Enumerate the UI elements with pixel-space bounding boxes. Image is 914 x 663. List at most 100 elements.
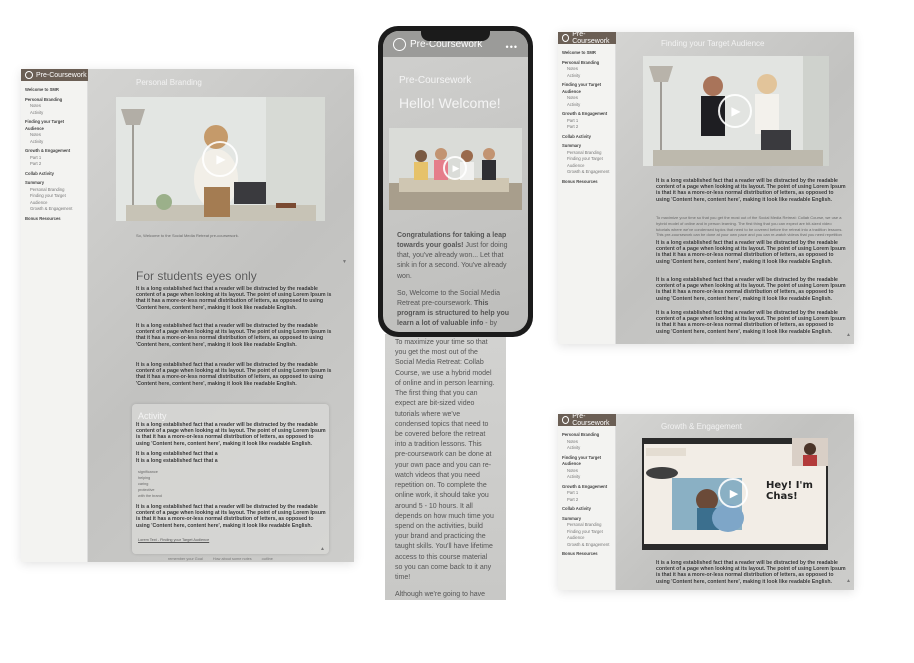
course-sidebar: Welcome to SMR Personal Branding Notes Acti… xyxy=(21,81,88,562)
target-audience-window: Pre-Coursework Welcome to SMR Personal Br… xyxy=(558,32,854,344)
scroll-up-icon[interactable]: ▲ xyxy=(846,578,851,584)
growth-engagement-window: Pre-Coursework Personal Branding Notes Act… xyxy=(558,414,854,590)
sidebar-item[interactable]: Bonus Resources xyxy=(562,551,611,558)
hey-heading: Hey! I'm Chas! xyxy=(766,480,813,502)
activity-lorem-1: It is a long established fact that a rea… xyxy=(136,422,326,447)
brand-logo-icon xyxy=(393,37,406,51)
play-icon: ▶ xyxy=(452,162,460,173)
footer-item-notes[interactable]: How about some notes xyxy=(213,557,252,561)
sidebar-item[interactable]: Collab Activity xyxy=(562,134,611,141)
brand-logo-icon xyxy=(562,416,570,424)
activity-footer-link[interactable]: Lorem Text - Finding your Target Audienc… xyxy=(138,538,209,542)
activity-list: significance helping caring protective with … xyxy=(138,470,162,499)
play-icon: ▶ xyxy=(216,152,226,166)
footer-item-goal[interactable]: remember your Goal xyxy=(168,557,203,561)
sidebar-item[interactable]: Bonus Resources xyxy=(562,179,611,186)
personal-branding-window: Pre-Coursework Welcome to SMR Personal Br… xyxy=(21,69,354,562)
lorem-block-4: It is a long established fact that a rea… xyxy=(656,310,846,335)
intro-line: So, Welcome to the Social Media Retreat … xyxy=(136,233,239,238)
course-sidebar: Personal Branding Notes Activity Finding yo… xyxy=(558,426,616,590)
phone-screen: Pre-Coursework ••• Pre-Coursework Hello!… xyxy=(383,31,528,332)
sidebar-item[interactable]: Part 2 xyxy=(25,161,83,168)
sidebar-item[interactable]: Bonus Resources xyxy=(25,216,83,223)
lesson-content: Growth & Engagement Hey! I'm Chas! ▶ It … xyxy=(616,414,854,590)
sidebar-item[interactable]: Activity xyxy=(25,110,83,117)
sidebar-item[interactable]: Activity xyxy=(562,445,611,452)
lorem-block-3: It is a long established fact that a rea… xyxy=(136,362,332,387)
sidebar-item[interactable]: Collab Activity xyxy=(25,171,83,178)
course-sidebar: Welcome to SMR Personal Branding Notes Acti… xyxy=(558,44,616,344)
lesson-notes-text: To maximize your time so that you get th… xyxy=(656,215,846,239)
scroll-up-icon[interactable]: ▲ xyxy=(505,582,506,594)
lesson-video[interactable]: Hey! I'm Chas! ▶ xyxy=(642,438,828,550)
phone-play-button[interactable]: ▶ xyxy=(443,156,467,180)
scroll-down-icon[interactable]: ▲ xyxy=(846,332,851,338)
play-button[interactable]: ▶ xyxy=(202,141,238,177)
lorem-block-3: It is a long established fact that a rea… xyxy=(656,277,846,302)
more-menu-icon[interactable]: ••• xyxy=(506,42,518,52)
sidebar-item[interactable]: Welcome to SMR xyxy=(25,87,83,94)
window-footer: remember your Goal How about some notes … xyxy=(168,557,273,561)
phone-title: Hello! Welcome! xyxy=(399,95,501,111)
phone-subtitle: Pre-Coursework xyxy=(399,75,472,86)
play-button[interactable]: ▶ xyxy=(718,478,748,508)
students-only-heading: For students eyes only xyxy=(136,269,257,283)
notes-line: To maximize your time so that you get th… xyxy=(656,215,843,239)
sidebar-item[interactable]: Activity xyxy=(25,139,83,146)
sidebar-item[interactable]: Growth & Engagement xyxy=(562,111,611,118)
lorem-block-1: It is a long established fact that a rea… xyxy=(656,560,846,585)
play-icon: ▶ xyxy=(731,104,741,118)
lorem-block-2: It is a long established fact that a rea… xyxy=(136,323,332,348)
phone-mockup: Pre-Coursework ••• Pre-Coursework Hello!… xyxy=(378,26,533,337)
brand-logo-icon xyxy=(562,34,570,42)
lesson-title: Personal Branding xyxy=(136,78,202,87)
phone-body-text: Congratulations for taking a leap toward… xyxy=(397,231,515,329)
sidebar-item[interactable]: Welcome to SMR xyxy=(562,50,611,57)
sidebar-item[interactable]: Growth & Engagement xyxy=(562,169,611,176)
welcome-end: - by xyxy=(483,320,497,328)
brand-name: Pre-Coursework xyxy=(36,71,87,79)
sidebar-item[interactable]: Finding your Target Audience xyxy=(562,529,611,542)
lesson-title: Finding your Target Audience xyxy=(661,39,765,48)
sidebar-item[interactable]: Finding your Target Audience xyxy=(562,156,611,169)
sidebar-item[interactable]: Activity xyxy=(562,102,611,109)
continuation-paragraph: To maximize your time so that you get th… xyxy=(395,339,495,582)
sidebar-item[interactable]: Finding your Target Audience xyxy=(25,193,83,206)
lesson-title: Growth & Engagement xyxy=(661,422,742,431)
activity-card: Activity It is a long established fact t… xyxy=(132,404,329,554)
activity-scroll-icon[interactable]: ▲ xyxy=(320,546,325,552)
lesson-intro-text: So, Welcome to the Social Media Retreat … xyxy=(136,233,346,263)
app-header: Pre-Coursework xyxy=(21,69,88,81)
lesson-content: Finding your Target Audience ▶ It is a l… xyxy=(616,32,854,344)
lesson-video[interactable]: ▶ xyxy=(643,56,829,166)
sidebar-item[interactable]: Activity xyxy=(562,73,611,80)
play-button[interactable]: ▶ xyxy=(718,94,752,128)
lorem-block-1: It is a long established fact that a rea… xyxy=(656,178,846,203)
footer-item-outline[interactable]: outline xyxy=(262,557,273,561)
sidebar-item[interactable]: Collab Activity xyxy=(562,506,611,513)
sidebar-item[interactable]: Finding your Target Audience xyxy=(562,82,611,95)
phone-scroll-continuation: To maximize your time so that you get th… xyxy=(385,334,506,600)
lorem-block-2: It is a long established fact that a rea… xyxy=(656,240,846,265)
play-icon: ▶ xyxy=(729,487,739,500)
continuation-paragraph-2: Although we're going to have tons of fun… xyxy=(395,591,486,599)
scroll-down-icon[interactable]: ▼ xyxy=(342,259,347,265)
sidebar-item[interactable]: Activity xyxy=(562,474,611,481)
app-header: Pre-Coursework xyxy=(558,414,616,427)
lorem-block-1: It is a long established fact that a rea… xyxy=(136,286,332,311)
mockup-stage: Pre-Coursework Welcome to SMR Personal Br… xyxy=(0,0,914,663)
sidebar-item[interactable]: Part 2 xyxy=(562,124,611,131)
lesson-content: Personal Branding ▶ So, Welcome to the S… xyxy=(88,69,354,562)
sidebar-item[interactable]: Part 2 xyxy=(562,497,611,504)
sidebar-item[interactable]: Finding your Target Audience xyxy=(562,455,611,468)
lesson-video[interactable]: ▶ xyxy=(116,97,325,221)
phone-welcome-video[interactable]: ▶ xyxy=(389,128,522,210)
sidebar-item[interactable]: Growth & Engagement xyxy=(562,542,611,549)
app-header: Pre-Coursework xyxy=(558,32,616,45)
activity-lorem-2: It is a long established fact that a rea… xyxy=(136,504,326,529)
activity-lorem-short-2: It is a long established fact that a xyxy=(136,458,218,464)
activity-title: Activity xyxy=(138,411,167,421)
sidebar-item[interactable]: Growth & Engagement xyxy=(25,206,83,213)
activity-list-item: with the brand xyxy=(138,493,162,498)
sidebar-item[interactable]: Finding your Target Audience xyxy=(25,119,83,132)
